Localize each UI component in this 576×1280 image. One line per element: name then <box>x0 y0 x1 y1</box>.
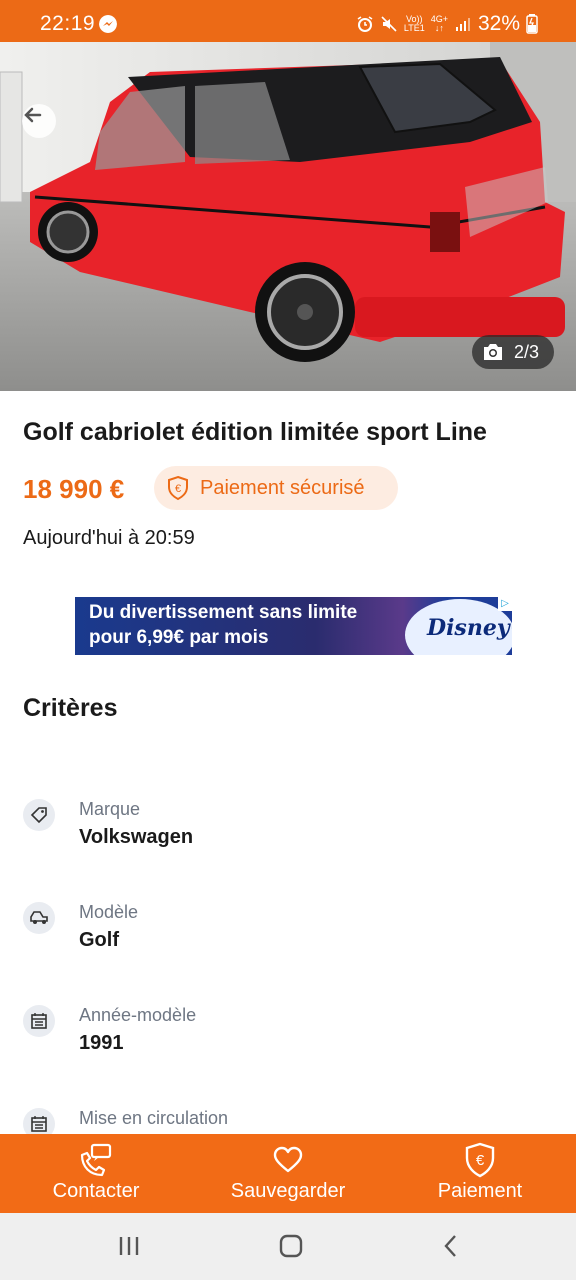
criteria-label: Mise en circulation <box>79 1108 229 1128</box>
svg-text:€: € <box>175 483 181 495</box>
car-icon <box>23 902 55 934</box>
volte-bottom: LTE1 <box>403 23 425 33</box>
system-nav-bar <box>0 1213 576 1280</box>
battery-percent: 32% <box>477 12 520 35</box>
listing-title: Golf cabriolet édition limitée sport Lin… <box>23 418 487 446</box>
calendar-icon <box>23 1005 55 1037</box>
secure-payment-badge[interactable]: € Paiement sécurisé <box>154 466 398 510</box>
status-time: 22:19 <box>40 12 96 35</box>
heart-icon <box>270 1142 306 1178</box>
photo-counter-text: 2/3 <box>514 341 540 362</box>
network-type: 4G+ ↓↑ <box>431 15 448 33</box>
listing-price: 18 990 € <box>23 474 125 504</box>
criteria-value: Golf <box>79 929 119 951</box>
home-icon[interactable] <box>278 1233 304 1259</box>
criteria-value: Volkswagen <box>79 826 194 848</box>
back-button[interactable] <box>22 104 56 138</box>
battery-icon <box>526 14 538 34</box>
status-bar: 22:19 Vo)) LTE1 4G+ ↓↑ 32% <box>0 0 576 42</box>
criteria-item-model-year: Année-modèle 1991 <box>23 1005 543 1065</box>
criteria-label: Année-modèle <box>79 1005 197 1025</box>
euro-shield-icon: € <box>168 475 188 501</box>
mute-icon <box>381 16 397 32</box>
ad-line2: pour 6,99€ par mois <box>89 627 269 648</box>
adchoices-icon[interactable]: ▷ <box>498 597 512 611</box>
criteria-item-model: Modèle Golf <box>23 902 543 962</box>
volte-indicator: Vo)) LTE1 <box>404 15 425 33</box>
criteria-heading: Critères <box>23 694 118 722</box>
action-bar: Contacter Sauvegarder € Paiement <box>0 1134 576 1213</box>
nav-back-icon[interactable] <box>440 1233 462 1259</box>
payment-button[interactable]: € Paiement <box>420 1134 540 1213</box>
ad-line1: Du divertissement sans limite <box>89 602 358 623</box>
payment-label: Paiement <box>437 1180 523 1202</box>
photo-counter[interactable]: 2/3 <box>472 335 554 369</box>
messenger-icon <box>99 15 117 33</box>
camera-icon <box>484 344 502 360</box>
euro-shield-icon: € <box>462 1142 498 1178</box>
network-arrows: ↓↑ <box>434 23 444 33</box>
contact-label: Contacter <box>52 1180 140 1202</box>
save-label: Sauvegarder <box>230 1180 346 1202</box>
criteria-label: Modèle <box>79 902 139 922</box>
criteria-label: Marque <box>79 799 141 819</box>
alarm-icon <box>357 16 373 32</box>
arrow-left-icon <box>24 107 42 123</box>
criteria-value: 1991 <box>79 1032 124 1054</box>
criteria-item-brand: Marque Volkswagen <box>23 799 543 859</box>
ad-banner[interactable]: Du divertissement sans limite pour 6,99€… <box>75 597 512 655</box>
status-right: Vo)) LTE1 4G+ ↓↑ 32% <box>356 12 538 36</box>
save-button[interactable]: Sauvegarder <box>218 1134 358 1213</box>
svg-text:€: € <box>476 1152 485 1169</box>
tag-icon <box>23 799 55 831</box>
signal-icon <box>455 18 470 31</box>
phone-chat-icon <box>78 1142 114 1178</box>
recent-apps-icon[interactable] <box>118 1233 140 1259</box>
ad-brand-logo: Disney+ <box>427 615 512 641</box>
posted-date: Aujourd'hui à 20:59 <box>23 527 195 549</box>
secure-payment-label: Paiement sécurisé <box>200 476 365 499</box>
contact-button[interactable]: Contacter <box>36 1134 156 1213</box>
